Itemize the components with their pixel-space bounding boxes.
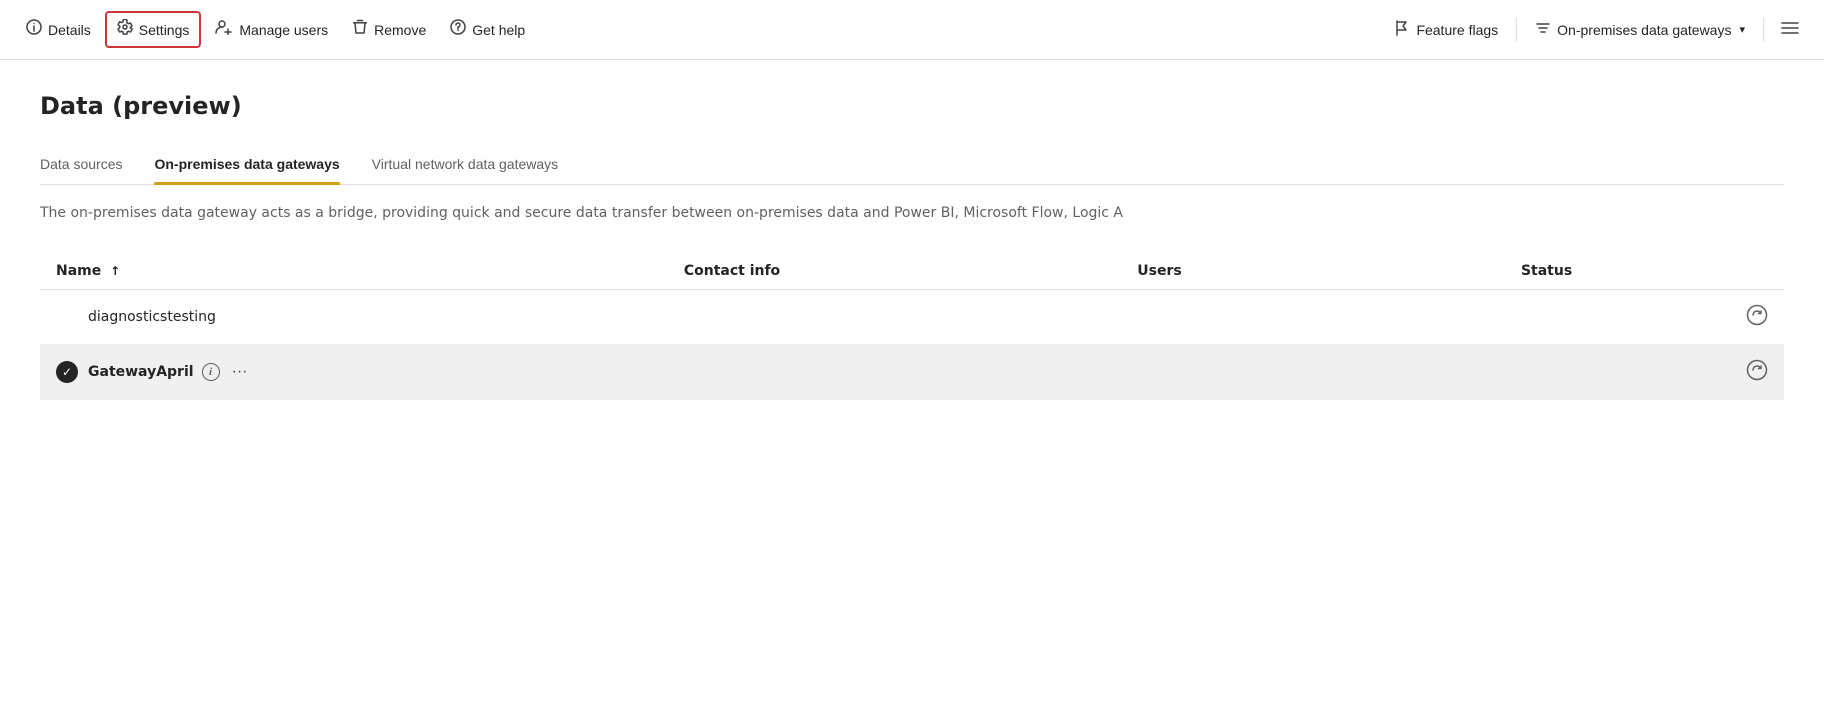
row2-users-cell <box>1121 345 1505 400</box>
settings-button[interactable]: Settings <box>105 11 202 48</box>
manage-users-icon <box>215 19 233 40</box>
details-label: Details <box>48 22 91 38</box>
toolbar-left: Details Settings Manage users <box>16 11 1380 48</box>
tabs-container: Data sources On-premises data gateways V… <box>40 148 1784 185</box>
row2-name-cell: ✓ GatewayApril i ··· <box>40 345 668 400</box>
status-refresh-icon <box>1746 304 1768 326</box>
page-title: Data (preview) <box>40 92 1784 120</box>
column-header-status[interactable]: Status <box>1505 253 1784 290</box>
row1-name-cell: diagnosticstesting <box>40 290 668 345</box>
settings-icon <box>117 19 133 40</box>
remove-icon <box>352 19 368 40</box>
filter-icon <box>1535 20 1551 39</box>
table-header: Name ↑ Contact info Users Status <box>40 253 1784 290</box>
info-icon <box>26 19 42 40</box>
row1-status-cell <box>1505 290 1784 345</box>
row1-users-cell <box>1121 290 1505 345</box>
row2-info-icon[interactable]: i <box>202 363 220 381</box>
help-icon <box>450 19 466 40</box>
more-options-button[interactable] <box>1772 14 1808 45</box>
remove-button[interactable]: Remove <box>342 13 436 46</box>
manage-users-label: Manage users <box>239 22 328 38</box>
get-help-label: Get help <box>472 22 525 38</box>
toolbar-right: Feature flags On-premises data gateways … <box>1384 14 1808 45</box>
tab-virtual-network[interactable]: Virtual network data gateways <box>372 148 559 184</box>
settings-label: Settings <box>139 22 190 38</box>
selected-check-icon: ✓ <box>56 361 78 383</box>
manage-users-button[interactable]: Manage users <box>205 13 338 46</box>
status-refresh-icon-2 <box>1746 359 1768 381</box>
row1-contact-cell <box>668 290 1121 345</box>
table-body: diagnosticstesting <box>40 290 1784 400</box>
feature-flags-icon <box>1394 20 1410 39</box>
table-row[interactable]: ✓ GatewayApril i ··· <box>40 345 1784 400</box>
toolbar: Details Settings Manage users <box>0 0 1824 60</box>
remove-label: Remove <box>374 22 426 38</box>
row1-name: diagnosticstesting <box>88 309 216 325</box>
row2-status-cell <box>1505 345 1784 400</box>
main-content: Data (preview) Data sources On-premises … <box>0 60 1824 432</box>
get-help-button[interactable]: Get help <box>440 13 535 46</box>
chevron-down-icon: ▾ <box>1739 23 1745 36</box>
row2-contact-cell <box>668 345 1121 400</box>
toolbar-separator <box>1516 18 1517 42</box>
table-row[interactable]: diagnosticstesting <box>40 290 1784 345</box>
on-premises-dropdown-label: On-premises data gateways <box>1557 22 1731 38</box>
details-button[interactable]: Details <box>16 13 101 46</box>
hamburger-icon <box>1780 20 1800 39</box>
tab-on-premises[interactable]: On-premises data gateways <box>154 148 339 184</box>
row2-name: GatewayApril <box>88 364 194 380</box>
toolbar-separator-2 <box>1763 18 1764 42</box>
sort-arrow-icon: ↑ <box>110 264 120 278</box>
description-text: The on-premises data gateway acts as a b… <box>40 205 1784 221</box>
gateways-table: Name ↑ Contact info Users Status <box>40 253 1784 400</box>
column-header-contact[interactable]: Contact info <box>668 253 1121 290</box>
row2-more-button[interactable]: ··· <box>228 361 252 383</box>
column-header-name[interactable]: Name ↑ <box>40 253 668 290</box>
on-premises-dropdown-button[interactable]: On-premises data gateways ▾ <box>1525 14 1755 45</box>
tab-data-sources[interactable]: Data sources <box>40 148 122 184</box>
column-header-users[interactable]: Users <box>1121 253 1505 290</box>
feature-flags-button[interactable]: Feature flags <box>1384 14 1508 45</box>
feature-flags-label: Feature flags <box>1416 22 1498 38</box>
